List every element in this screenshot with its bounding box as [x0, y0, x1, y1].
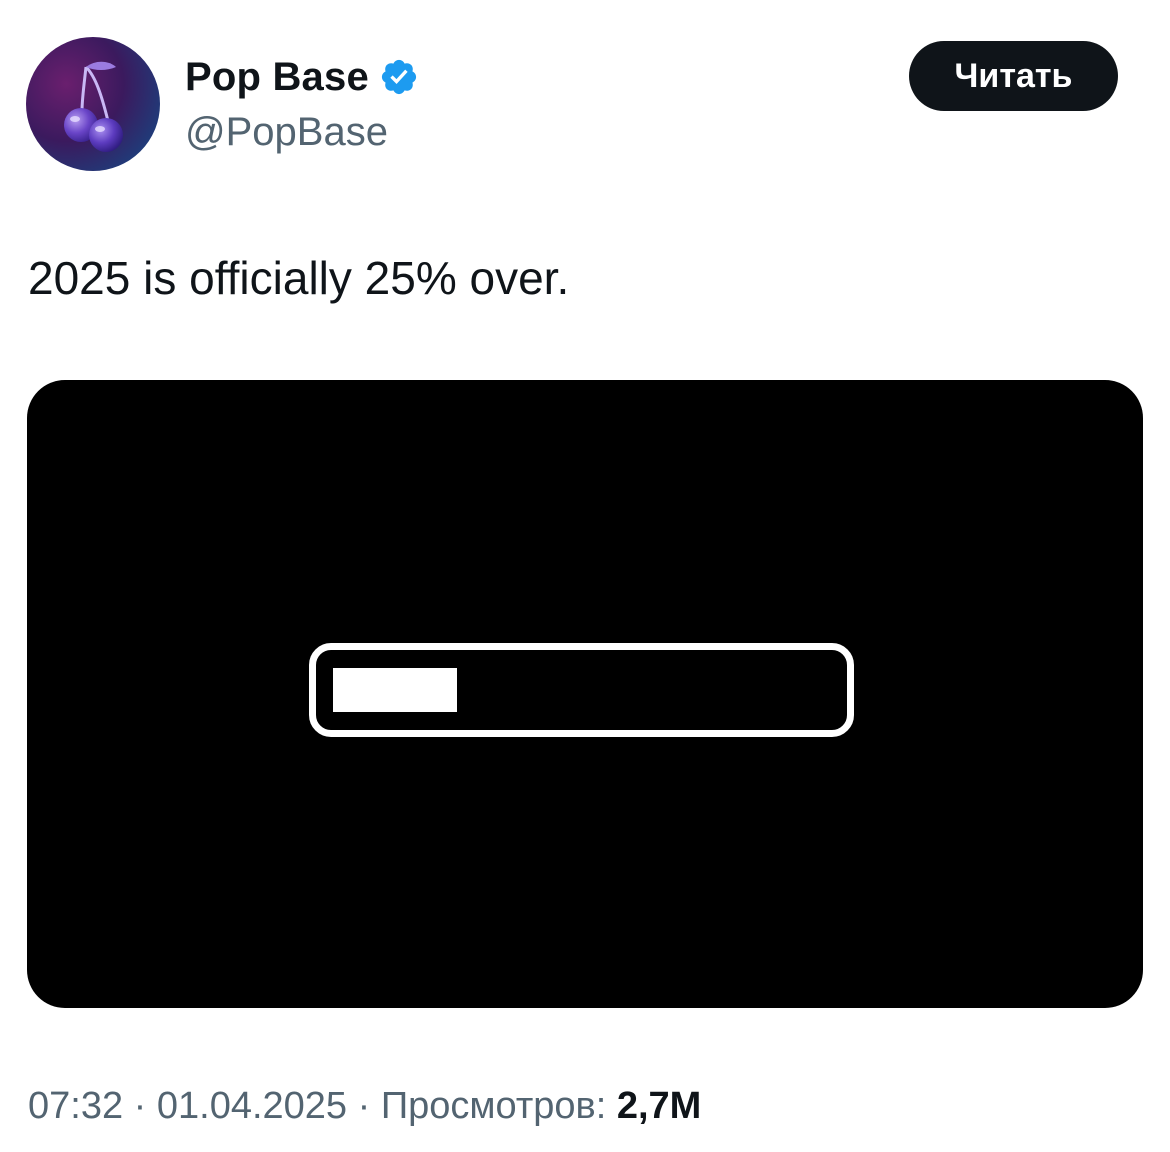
- tweet-header: Pop Base @PopBase Читать: [0, 0, 1170, 200]
- tweet-media-image[interactable]: [27, 380, 1143, 1008]
- meta-separator: ·: [347, 1085, 381, 1127]
- meta-separator: ·: [123, 1085, 157, 1127]
- views-count: 2,7M: [616, 1085, 702, 1127]
- display-name[interactable]: Pop Base: [185, 52, 369, 102]
- follow-button[interactable]: Читать: [909, 41, 1118, 111]
- progress-bar-icon: [309, 643, 854, 737]
- progress-bar-fill: [333, 668, 457, 712]
- views-label: Просмотров:: [380, 1085, 607, 1127]
- author-name-row: Pop Base: [185, 52, 419, 102]
- tweet-date[interactable]: 01.04.2025: [157, 1085, 347, 1127]
- tweet-text: 2025 is officially 25% over.: [28, 252, 570, 304]
- tweet-meta: 07:32 · 01.04.2025 · Просмотров: 2,7M: [28, 1082, 701, 1130]
- verified-badge-icon: [381, 59, 416, 95]
- author-handle[interactable]: @PopBase: [185, 108, 388, 156]
- cherry-icon: [64, 61, 123, 152]
- avatar[interactable]: [26, 37, 160, 171]
- tweet-time[interactable]: 07:32: [28, 1085, 123, 1127]
